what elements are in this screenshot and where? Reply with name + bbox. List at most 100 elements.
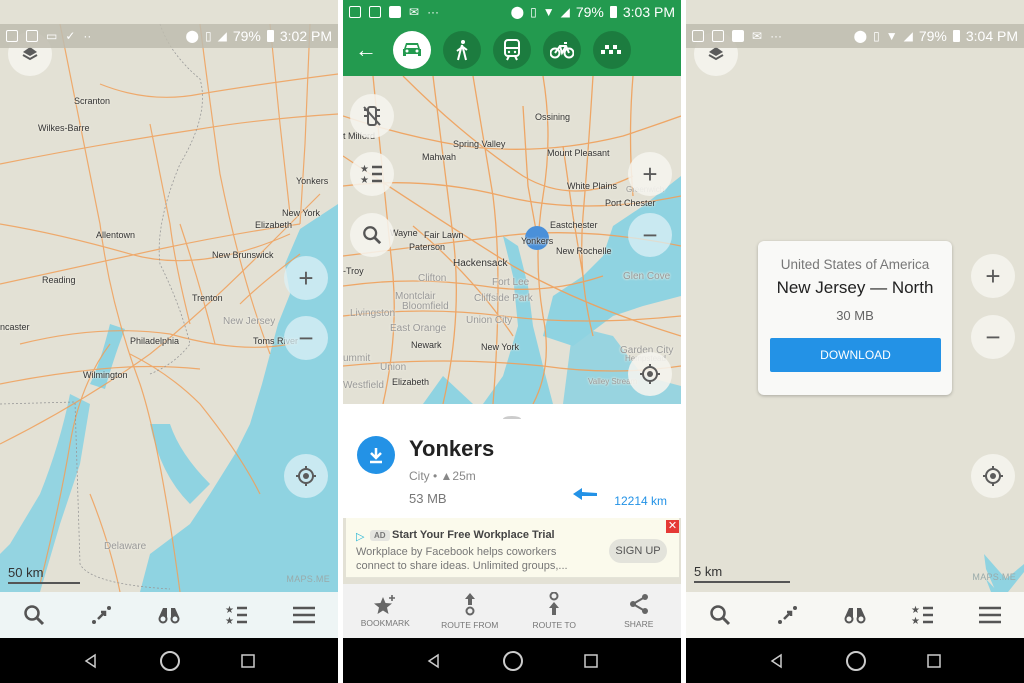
recents-nav-icon[interactable]: [584, 653, 598, 668]
map-label: Wilkes-Barre: [38, 123, 90, 133]
map-label: Yonkers: [296, 176, 329, 186]
map-label: Newark: [411, 340, 442, 350]
notification-icon: [712, 30, 724, 42]
back-nav-icon[interactable]: [769, 653, 785, 669]
vibrate-icon: ▯: [530, 5, 537, 19]
home-nav-icon[interactable]: [845, 650, 867, 672]
map-label: Mahwah: [422, 152, 457, 162]
download-map-button[interactable]: [357, 436, 395, 474]
menu-button[interactable]: [282, 595, 326, 635]
battery-icon: [952, 30, 960, 42]
hamburger-menu-icon: [979, 606, 1002, 624]
walking-icon: [456, 40, 468, 61]
battery-percent: 79%: [918, 28, 947, 44]
share-icon: [629, 594, 648, 614]
search-fab[interactable]: [350, 213, 394, 257]
traffic-off-icon: [363, 106, 381, 126]
zoom-in-button[interactable]: +: [284, 256, 328, 300]
map-label: Union City: [466, 315, 513, 326]
map-scale: 50 km: [8, 565, 80, 584]
vibrate-icon: ▯: [873, 29, 880, 43]
location-icon: ⬤: [853, 29, 868, 43]
back-nav-icon[interactable]: [426, 653, 442, 669]
vibrate-icon: ▯: [204, 29, 212, 43]
svg-text:★: ★: [360, 164, 369, 175]
route-to-label: ROUTE TO: [532, 620, 577, 630]
notification-icon: [349, 6, 361, 18]
map-label: Ossining: [535, 112, 571, 122]
map-label: East Orange: [390, 323, 447, 334]
map-label: Spring Valley: [453, 139, 506, 149]
recents-nav-icon[interactable]: [241, 653, 255, 668]
map-label: Westfield: [343, 380, 384, 391]
zoom-in-button[interactable]: +: [628, 152, 672, 196]
svg-text:★: ★: [360, 175, 369, 185]
route-button[interactable]: [765, 595, 809, 635]
battery-icon: [266, 30, 274, 42]
back-arrow-icon[interactable]: ←: [355, 37, 381, 63]
map-label: Wilmington: [83, 370, 128, 380]
discover-button[interactable]: [147, 595, 191, 635]
share-button[interactable]: SHARE: [599, 584, 679, 638]
minus-icon: −: [985, 321, 1001, 352]
map-view[interactable]: [0, 24, 338, 592]
ad-banner[interactable]: ✕ ▷ AD Start Your Free Workplace Trial W…: [346, 518, 679, 578]
route-to-button[interactable]: ROUTE TO: [514, 584, 594, 638]
my-location-button[interactable]: [284, 454, 328, 498]
phone-screen-3: ✉ ··· ⬤ ▯ ▼ ◢ 79% 3:04 PM United States …: [686, 0, 1024, 683]
home-nav-icon[interactable]: [502, 650, 524, 672]
map-label: -Troy: [343, 266, 364, 276]
car-icon: [403, 43, 421, 56]
route-mode-transit[interactable]: [493, 31, 531, 69]
scale-label: 50 km: [8, 565, 44, 580]
route-mode-pedestrian[interactable]: [443, 31, 481, 69]
map-label: New Rochelle: [556, 246, 612, 256]
map-label: Livingston: [350, 308, 396, 319]
notification-icon: [369, 6, 381, 18]
menu-button[interactable]: [968, 595, 1012, 635]
more-icon: ···: [770, 29, 783, 43]
search-button[interactable]: [698, 595, 742, 635]
zoom-out-button[interactable]: −: [971, 315, 1015, 359]
signal-icon: ◢: [903, 29, 913, 43]
drag-handle[interactable]: [503, 416, 521, 422]
route-button[interactable]: [79, 595, 123, 635]
map-label: ncaster: [0, 322, 30, 332]
bookmarks-button[interactable]: ★ ★: [901, 595, 945, 635]
map-label: Philadelphia: [130, 336, 180, 346]
bookmark-button[interactable]: BOOKMARK: [345, 584, 425, 638]
close-ad-icon[interactable]: ✕: [666, 520, 679, 533]
zoom-in-button[interactable]: +: [971, 254, 1015, 298]
back-nav-icon[interactable]: [83, 653, 99, 669]
bookmarks-button[interactable]: ★ ★: [215, 595, 259, 635]
map-label: New York: [481, 342, 520, 352]
battery-icon: [609, 6, 617, 18]
route-mode-bicycle[interactable]: [543, 31, 581, 69]
route-from-button[interactable]: ROUTE FROM: [430, 584, 510, 638]
more-icon: ···: [427, 5, 440, 19]
binoculars-icon: [844, 608, 866, 624]
search-button[interactable]: [12, 595, 56, 635]
location-target-icon: [296, 466, 316, 486]
map-label: Hackensack: [453, 258, 508, 269]
download-button[interactable]: DOWNLOAD: [770, 338, 941, 372]
discover-button[interactable]: [833, 595, 877, 635]
route-mode-car[interactable]: [393, 31, 431, 69]
zoom-out-button[interactable]: −: [628, 213, 672, 257]
ad-choices-icon: ▷: [356, 531, 365, 543]
binoculars-icon: [158, 608, 180, 624]
more-icon: ··: [83, 29, 92, 43]
app-icon: ✓: [65, 29, 76, 43]
android-nav-bar: [343, 638, 681, 683]
home-nav-icon[interactable]: [159, 650, 181, 672]
bookmarks-list-icon: ★★: [225, 605, 247, 626]
zoom-out-button[interactable]: −: [284, 316, 328, 360]
route-mode-taxi[interactable]: [593, 31, 631, 69]
my-location-button[interactable]: [971, 454, 1015, 498]
maps-me-logo: MAPS.ME: [972, 572, 1016, 582]
traffic-toggle-button[interactable]: [350, 94, 394, 138]
ad-sign-up-button[interactable]: SIGN UP: [609, 539, 667, 563]
recents-nav-icon[interactable]: [927, 653, 941, 668]
bookmarks-fab[interactable]: ★ ★: [350, 152, 394, 196]
my-location-button[interactable]: [628, 352, 672, 396]
